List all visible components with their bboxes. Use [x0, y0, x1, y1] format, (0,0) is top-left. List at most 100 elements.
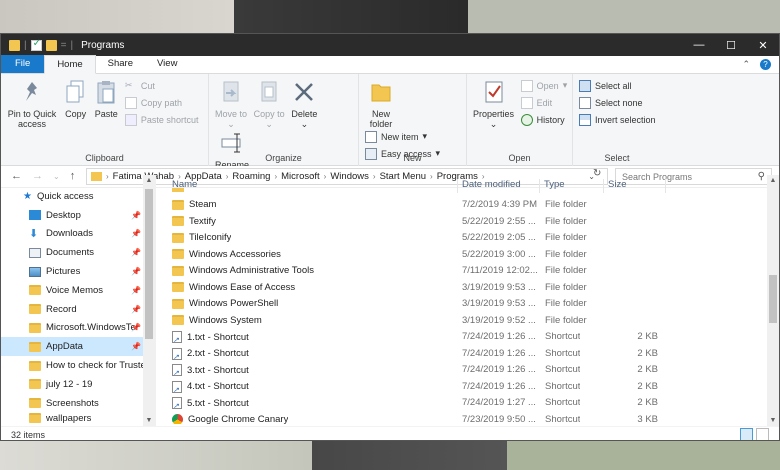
paste-label: Paste: [94, 109, 118, 119]
scroll-down-icon[interactable]: ▼: [143, 417, 155, 424]
nav-item-record[interactable]: Record 📌: [1, 300, 155, 319]
file-row[interactable]: Textify 5/22/2019 2:55 ... File folder: [156, 214, 779, 231]
file-list-scrollbar[interactable]: ▲ ▼: [767, 175, 779, 426]
file-row[interactable]: Windows PowerShell 3/19/2019 9:53 ... File…: [156, 296, 779, 313]
folder-icon: [172, 265, 184, 276]
nav-item-microsoft-windowsterminal[interactable]: Microsoft.WindowsTe 📌: [1, 319, 155, 338]
move-to-button[interactable]: Move to ⌄: [215, 78, 247, 129]
scroll-down-icon[interactable]: ▼: [767, 417, 779, 424]
select-group-label: Select: [604, 153, 630, 163]
file-row[interactable]: 4.txt - Shortcut 7/24/2019 1:26 ... Shortc…: [156, 379, 779, 396]
scrollbar-thumb[interactable]: [769, 275, 777, 323]
chevron-up-icon[interactable]: ⌃: [742, 59, 750, 70]
file-row[interactable]: 5.txt - Shortcut 7/24/2019 1:27 ... Shortc…: [156, 395, 779, 412]
pin-to-quick-access-button[interactable]: Pin to Quick access: [7, 78, 57, 129]
clipboard-group: Pin to Quick access Copy Paste ✂ Cut Copy…: [1, 74, 209, 166]
file-row[interactable]: Windows System 3/19/2019 9:52 ... File fol…: [156, 313, 779, 330]
paste-button[interactable]: Paste: [94, 78, 118, 119]
copy-button[interactable]: Copy: [64, 78, 88, 119]
maximize-button[interactable]: ☐: [715, 34, 747, 56]
chrome-icon: [172, 413, 183, 424]
shortcut-icon: [172, 380, 182, 393]
file-row[interactable]: Google Chrome Canary 7/23/2019 9:50 ... Sh…: [156, 412, 779, 424]
details-view-icon[interactable]: [740, 428, 753, 440]
nav-item-voice-memos[interactable]: Voice Memos 📌: [1, 281, 155, 300]
properties-quick-icon[interactable]: [30, 38, 42, 51]
column-header-type[interactable]: Type: [540, 179, 604, 193]
nav-item-quick-access[interactable]: ★ Quick access: [1, 187, 155, 206]
file-type: Shortcut: [545, 380, 581, 392]
copy-to-button[interactable]: Copy to ⌄: [254, 78, 285, 129]
file-row[interactable]: 3.txt - Shortcut 7/24/2019 1:26 ... Shortc…: [156, 362, 779, 379]
new-item-button[interactable]: New item ▾: [365, 129, 440, 144]
nav-item-label: Pictures: [46, 266, 81, 278]
file-name: Windows Accessories: [189, 248, 281, 260]
quick-access-toolbar: | = |: [1, 38, 73, 51]
customize-toolbar-icon[interactable]: =: [61, 40, 67, 51]
pictures-icon: [29, 266, 41, 277]
cut-button[interactable]: ✂ Cut: [125, 78, 199, 93]
ribbon: Pin to Quick access Copy Paste ✂ Cut Copy…: [1, 74, 779, 170]
large-icons-view-icon[interactable]: [756, 428, 769, 440]
scroll-up-icon[interactable]: ▲: [143, 177, 155, 184]
nav-item-label: Quick access: [36, 190, 94, 202]
file-row[interactable]: TileIconify 5/22/2019 2:05 ... File folder: [156, 230, 779, 247]
file-row[interactable]: Windows Administrative Tools 7/11/2019 12…: [156, 263, 779, 280]
nav-item-appdata[interactable]: AppData 📌: [1, 337, 155, 357]
open-small-buttons: Open ▾ Edit History: [520, 78, 568, 127]
nav-item-desktop[interactable]: Desktop 📌: [1, 206, 155, 225]
nav-item-how-to-check[interactable]: How to check for Truste: [1, 356, 155, 375]
folder-icon: [29, 360, 41, 371]
folder-icon: [172, 315, 184, 325]
rename-button[interactable]: Rename: [215, 129, 249, 170]
open-button[interactable]: Open ▾: [520, 78, 567, 93]
file-name: Windows PowerShell: [189, 298, 279, 309]
minimize-button[interactable]: —: [683, 34, 715, 56]
shortcut-icon: [172, 331, 182, 343]
file-type: Shortcut: [545, 331, 581, 342]
tab-share[interactable]: Share: [96, 55, 145, 73]
file-name: Google Chrome Canary: [188, 413, 289, 424]
nav-item-screenshots[interactable]: Screenshots: [1, 394, 155, 413]
file-row[interactable]: 1.txt - Shortcut 7/24/2019 1:26 ... Shortc…: [156, 329, 779, 346]
file-row[interactable]: Windows Accessories 5/22/2019 3:00 ... Fil…: [156, 247, 779, 264]
nav-item-pictures[interactable]: Pictures 📌: [1, 262, 155, 281]
tab-home[interactable]: Home: [44, 55, 96, 74]
nav-item-documents[interactable]: Documents 📌: [1, 243, 155, 262]
copy-path-button[interactable]: Copy path: [124, 95, 199, 110]
pin-icon: 📌: [131, 342, 141, 352]
nav-pane-scrollbar[interactable]: ▲ ▼: [143, 175, 155, 426]
properties-button[interactable]: Properties ⌄: [473, 78, 514, 129]
tab-file[interactable]: File: [1, 55, 45, 73]
column-header-date[interactable]: Date modified: [458, 179, 540, 193]
folder-icon: [29, 379, 41, 390]
close-button[interactable]: ✕: [747, 34, 779, 56]
properties-label: Properties: [473, 109, 515, 119]
nav-item-wallpapers[interactable]: wallpapers: [1, 412, 155, 425]
organize-group: Move to ⌄ Copy to ⌄ Delete ⌄ Rename Orga…: [209, 74, 359, 170]
file-row[interactable]: 2.txt - Shortcut 7/24/2019 1:26 ... Shortc…: [156, 346, 779, 363]
history-button[interactable]: History: [520, 112, 568, 127]
nav-item-downloads[interactable]: ⬇ Downloads 📌: [1, 225, 155, 244]
nav-item-july[interactable]: july 12 - 19: [1, 375, 155, 394]
column-header-name[interactable]: Name: [168, 179, 458, 193]
open-icon: [520, 79, 533, 92]
edit-button[interactable]: Edit: [520, 95, 568, 110]
file-row[interactable]: Steam 7/2/2019 4:39 PM File folder: [156, 197, 779, 214]
scroll-up-icon[interactable]: ▲: [767, 177, 779, 184]
file-row[interactable]: Windows Ease of Access 3/19/2019 9:53 ...…: [156, 280, 779, 297]
folder-icon: [29, 341, 41, 352]
new-folder-button[interactable]: New folder: [365, 78, 397, 129]
select-all-button[interactable]: Select all: [579, 78, 656, 93]
paste-shortcut-button[interactable]: Paste shortcut: [124, 112, 198, 127]
delete-button[interactable]: Delete ⌄: [291, 78, 317, 129]
copy-to-label: Copy to: [253, 109, 285, 119]
select-none-button[interactable]: Select none: [579, 95, 656, 110]
tab-view[interactable]: View: [145, 55, 189, 73]
invert-selection-button[interactable]: Invert selection: [579, 112, 656, 127]
help-icon[interactable]: ?: [760, 59, 771, 70]
new-folder-quick-icon[interactable]: [45, 39, 57, 51]
file-date: 7/23/2019 9:50 ...: [462, 413, 536, 424]
column-header-size[interactable]: Size: [604, 179, 666, 193]
scrollbar-thumb[interactable]: [145, 189, 153, 339]
